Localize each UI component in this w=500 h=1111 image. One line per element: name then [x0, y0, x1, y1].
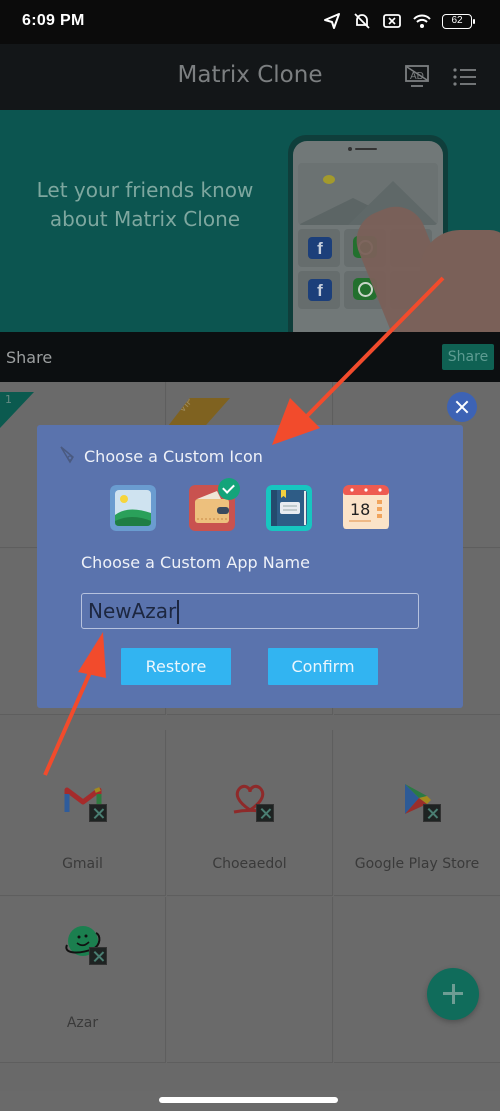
- status-bar: 6:09 PM 62: [0, 0, 500, 44]
- status-time: 6:09 PM: [22, 12, 85, 29]
- ad-free-icon[interactable]: AD: [404, 64, 430, 90]
- app-cell-azar[interactable]: Azar: [0, 897, 166, 1063]
- clone-badge-icon: [256, 804, 274, 822]
- phone-camera: [348, 147, 352, 151]
- app-name: Azar: [66, 1015, 99, 1031]
- wifi-icon: [413, 14, 431, 28]
- location-icon: [324, 13, 340, 29]
- app-cell-play-store[interactable]: Google Play Store: [334, 730, 500, 896]
- app-cell-choeaedol[interactable]: Choeaedol: [167, 730, 333, 896]
- bell-muted-icon: [354, 13, 370, 29]
- share-bar: Share Share: [0, 332, 500, 382]
- facebook-icon: f: [308, 237, 332, 259]
- sim-x-icon: [383, 14, 401, 28]
- app-cell-gmail[interactable]: Gmail: [0, 730, 166, 896]
- clone-badge-icon: [89, 947, 107, 965]
- slot-number: 1: [5, 393, 12, 406]
- status-icons: 62: [322, 12, 475, 30]
- phone-tile: f: [298, 271, 340, 309]
- add-app-button[interactable]: [427, 968, 479, 1020]
- gallery-icon[interactable]: [110, 485, 156, 531]
- notebook-icon[interactable]: [266, 485, 312, 531]
- share-button[interactable]: Share: [442, 344, 494, 370]
- facebook-icon: f: [308, 279, 332, 301]
- sun-icon: [323, 175, 335, 184]
- app-name: Gmail: [62, 856, 103, 872]
- home-indicator[interactable]: [159, 1097, 338, 1103]
- pen-icon: [60, 446, 74, 464]
- custom-icon-dialog: Choose a Custom Icon 18 Choose a Custom …: [37, 425, 463, 708]
- restore-button[interactable]: Restore: [121, 648, 231, 685]
- screen: 6:09 PM 62 Matrix Clone AD Let your frie…: [0, 0, 500, 1111]
- dialog-title: Choose a Custom Icon: [84, 447, 263, 466]
- banner-line-2: about Matrix Clone: [49, 207, 241, 231]
- menu-list-icon[interactable]: [452, 66, 478, 88]
- close-dialog-button[interactable]: [447, 392, 477, 422]
- share-label: Share: [6, 348, 53, 367]
- calendar-date: 18: [350, 500, 370, 519]
- confirm-button[interactable]: Confirm: [268, 648, 378, 685]
- banner-headline: Let your friends know about Matrix Clone: [20, 176, 270, 234]
- promo-banner[interactable]: Let your friends know about Matrix Clone…: [0, 110, 500, 332]
- app-name-input[interactable]: [81, 593, 419, 629]
- clone-badge-icon: [89, 804, 107, 822]
- phone-tile: f: [298, 229, 340, 267]
- app-bar: Matrix Clone AD: [0, 44, 500, 110]
- calendar-icon[interactable]: 18: [343, 485, 389, 531]
- app-name-label: Choose a Custom App Name: [81, 553, 310, 572]
- phone-speaker: [355, 148, 377, 150]
- clone-badge-icon: [423, 804, 441, 822]
- hand-illustration: [420, 230, 500, 332]
- banner-line-1: Let your friends know: [36, 178, 254, 202]
- battery-icon: 62: [442, 13, 475, 29]
- text-caret: [177, 600, 179, 624]
- grid-cell[interactable]: [167, 897, 333, 1063]
- app-name: Google Play Store: [354, 856, 480, 872]
- selected-check-icon: [218, 478, 240, 500]
- app-name: Choeaedol: [212, 856, 287, 872]
